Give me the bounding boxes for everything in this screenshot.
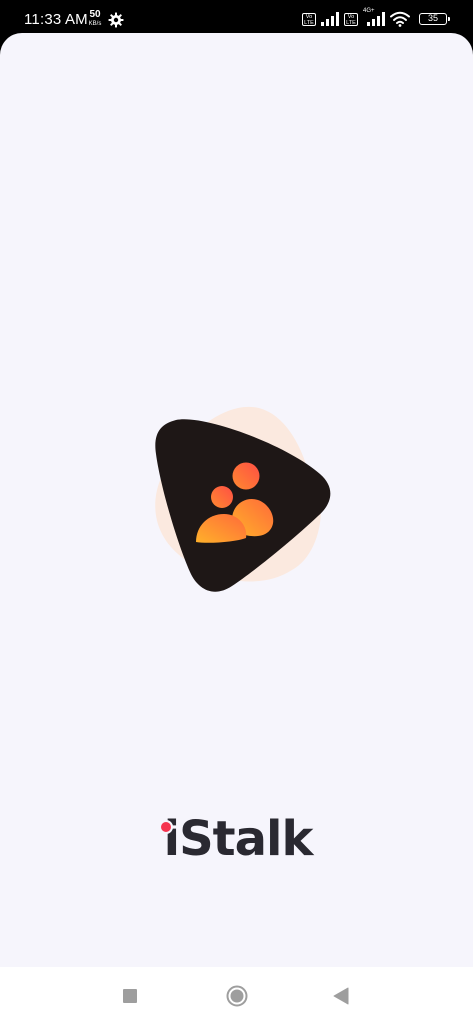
logo-dot [159, 820, 173, 834]
home-button[interactable] [226, 985, 248, 1007]
battery-icon: 35 [419, 13, 450, 25]
wifi-icon [390, 11, 410, 27]
network-type: 4G+ [363, 8, 375, 14]
volte-badge: Vo LTE [302, 12, 316, 26]
signal-icon-2: 4G+ [363, 8, 385, 26]
app-name-text: iStalk [163, 811, 314, 867]
signal-bars-icon [367, 12, 385, 26]
back-button[interactable] [333, 987, 349, 1005]
status-bar: 11:33 AM 50 KB/s Vo LTE Vo LTE 4G+ 35 [0, 0, 473, 36]
app-name: iStalk [150, 808, 326, 870]
status-icons: Vo LTE Vo LTE 4G+ 35 [302, 8, 450, 28]
recents-button[interactable] [123, 989, 137, 1003]
navigation-bar [0, 967, 473, 1024]
signal-icon [321, 12, 339, 26]
volte-badge-2: Vo LTE [344, 12, 358, 26]
gear-icon [108, 12, 124, 28]
network-speed-unit: KB/s [88, 21, 102, 27]
network-speed: 50 KB/s [87, 9, 103, 28]
network-speed-value: 50 [89, 9, 101, 20]
status-time: 11:33 AM [24, 11, 88, 28]
app-logo [155, 406, 331, 592]
